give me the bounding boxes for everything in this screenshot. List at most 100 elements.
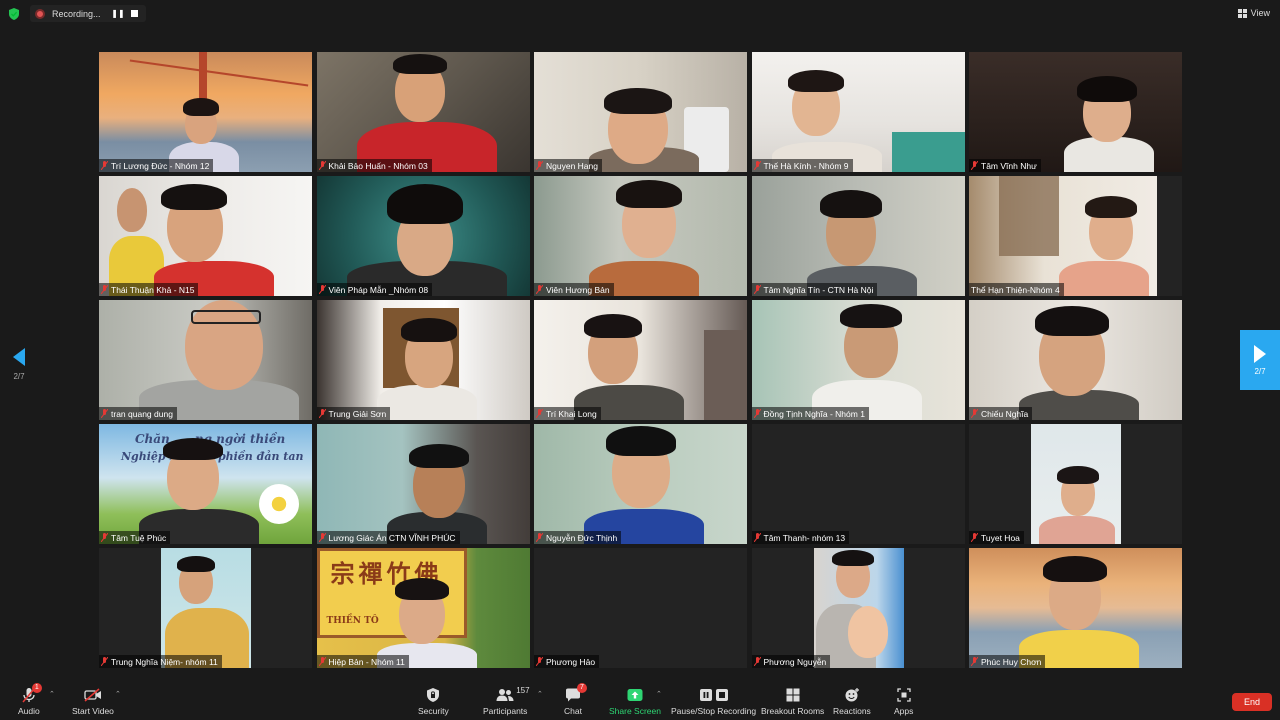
participant-name-bar: Lương Giác Án CTN VĨNH PHÚC xyxy=(316,531,460,544)
apps-label: Apps xyxy=(894,706,914,716)
muted-mic-icon xyxy=(101,285,108,294)
participants-options-chevron-icon[interactable]: ⌃ xyxy=(537,690,543,698)
participant-name: Lương Giác Án CTN VĨNH PHÚC xyxy=(328,532,456,543)
audio-options-chevron-icon[interactable]: ⌃ xyxy=(49,690,55,698)
video-tile[interactable]: Tuyet Hoa xyxy=(969,424,1182,544)
security-label: Security xyxy=(418,706,449,716)
security-button[interactable]: Security xyxy=(418,686,449,716)
apps-button[interactable]: Apps xyxy=(894,686,913,716)
video-tile[interactable]: Trung Nghĩa Niệm- nhóm 11 xyxy=(99,548,312,668)
security-shield-icon[interactable] xyxy=(8,8,20,20)
share-screen-icon xyxy=(627,686,643,704)
pause-stop-recording-label: Pause/Stop Recording xyxy=(671,706,757,716)
muted-mic-icon xyxy=(753,161,761,170)
video-tile[interactable]: Thể Hạn Thiện-Nhóm 4 xyxy=(969,176,1182,296)
video-tile[interactable]: Nguyễn Đức Thịnh xyxy=(534,424,747,544)
gallery-grid: Trí Lương Đức - Nhóm 12 Khải Bảo Huấn - … xyxy=(99,52,1182,668)
video-tile[interactable]: Trí Lương Đức - Nhóm 12 xyxy=(99,52,312,172)
participant-name: Thế Hà Kính - Nhóm 9 xyxy=(763,160,849,171)
video-tile[interactable]: Phương Nguyễn xyxy=(751,548,965,668)
start-video-button[interactable]: Start Video xyxy=(72,686,114,716)
video-tile[interactable]: tran quang dung xyxy=(99,300,312,420)
video-tile[interactable]: Tâm Nghĩa Tín - CTN Hà Nội xyxy=(751,176,965,296)
participant-name: Viên Pháp Mẫn _Nhóm 08 xyxy=(328,284,429,295)
share-screen-button[interactable]: Share Screen xyxy=(609,686,661,716)
video-tile[interactable]: Chăn ng ngời thiền Nghiệp xa i phiền đản… xyxy=(99,424,312,544)
video-options-chevron-icon[interactable]: ⌃ xyxy=(115,690,121,698)
video-tile[interactable]: Nguyen Hang xyxy=(534,52,747,172)
view-button[interactable]: View xyxy=(1237,8,1270,18)
participant-name: Chiếu Nghĩa xyxy=(981,408,1029,419)
participant-name: Khải Bảo Huấn - Nhóm 03 xyxy=(328,160,428,171)
video-tile[interactable]: Viên Pháp Mẫn _Nhóm 08 xyxy=(316,176,530,296)
participant-name: Nguyễn Đức Thịnh xyxy=(546,532,618,543)
video-tile[interactable]: Trung Giải Sơn xyxy=(316,300,530,420)
video-tile[interactable]: Phương Hảo xyxy=(534,548,747,668)
previous-page-button[interactable]: 2/7 xyxy=(8,348,30,381)
participant-name-bar: Tuyet Hoa xyxy=(969,531,1024,544)
muted-mic-icon xyxy=(536,285,543,294)
participant-name: Trí Khai Long xyxy=(546,408,597,419)
end-meeting-button[interactable]: End xyxy=(1232,693,1272,711)
video-tile[interactable]: Trí Khai Long xyxy=(534,300,747,420)
video-tile[interactable]: Thế Hà Kính - Nhóm 9 xyxy=(751,52,965,172)
microphone-icon: 1 xyxy=(22,683,42,704)
participant-name: Trung Giải Sơn xyxy=(328,408,387,419)
recording-dot-icon xyxy=(35,8,45,19)
participant-name: Tâm Tuệ Phúc xyxy=(111,532,167,543)
muted-mic-icon xyxy=(753,533,761,542)
participant-name-bar: Thái Thuận Khả - N15 xyxy=(99,283,199,296)
video-tile[interactable]: Đồng Tịnh Nghĩa - Nhóm 1 xyxy=(751,300,965,420)
video-tile[interactable]: Lương Giác Án CTN VĨNH PHÚC xyxy=(316,424,530,544)
pause-recording-icon[interactable]: ❚❚ xyxy=(110,9,126,18)
security-shield-icon xyxy=(426,686,440,704)
video-tile[interactable]: Tâm Vĩnh Như xyxy=(969,52,1182,172)
participant-name-bar: Tâm Thanh- nhóm 13 xyxy=(751,531,850,544)
breakout-rooms-icon xyxy=(786,686,800,704)
pause-stop-recording-button[interactable]: Pause/Stop Recording xyxy=(671,686,756,716)
video-tile[interactable]: Thái Thuận Khả - N15 xyxy=(99,176,312,296)
participant-name-bar: Đồng Tịnh Nghĩa - Nhóm 1 xyxy=(751,407,869,420)
audio-button[interactable]: 1 Audio xyxy=(18,683,42,716)
share-options-chevron-icon[interactable]: ⌃ xyxy=(656,690,662,698)
participant-name-bar: Trí Lương Đức - Nhóm 12 xyxy=(99,159,214,172)
chat-button[interactable]: 7 Chat xyxy=(564,683,587,716)
video-tile[interactable]: 宗禪竹佛 THIỀN TÔ ANG Hiệp Bản - Nhóm 11 xyxy=(316,548,530,668)
participant-name: Đồng Tịnh Nghĩa - Nhóm 1 xyxy=(763,408,865,419)
participant-count: 157 xyxy=(516,686,530,695)
stop-recording-icon[interactable] xyxy=(131,10,138,17)
muted-mic-icon xyxy=(536,657,543,666)
participant-name-bar: tran quang dung xyxy=(99,407,177,420)
participant-name: Phúc Huy Chơn xyxy=(981,656,1042,667)
participants-button[interactable]: 157 Participants xyxy=(483,686,530,716)
reactions-button[interactable]: Reactions xyxy=(833,686,871,716)
video-tile[interactable]: Phúc Huy Chơn xyxy=(969,548,1182,668)
muted-mic-icon xyxy=(101,409,108,418)
next-page-button[interactable]: 2/7 xyxy=(1240,330,1280,390)
muted-mic-icon xyxy=(971,657,978,666)
muted-mic-icon xyxy=(318,409,326,418)
video-tile[interactable]: Tâm Thanh- nhóm 13 xyxy=(751,424,965,544)
muted-mic-icon xyxy=(971,161,978,170)
video-tile[interactable]: Chiếu Nghĩa xyxy=(969,300,1182,420)
video-tile[interactable]: Khải Bảo Huấn - Nhóm 03 xyxy=(316,52,530,172)
participant-name-bar: Phương Nguyễn xyxy=(751,655,831,668)
video-tile[interactable]: Viên Hương Bản xyxy=(534,176,747,296)
participant-name-bar: Chiếu Nghĩa xyxy=(969,407,1033,420)
participant-name-bar: Phúc Huy Chơn xyxy=(969,655,1046,668)
apps-icon xyxy=(897,686,911,704)
chat-bubble-icon: 7 xyxy=(565,683,587,704)
muted-mic-icon xyxy=(101,533,108,542)
muted-mic-icon xyxy=(318,533,326,542)
muted-mic-icon xyxy=(753,285,761,294)
participant-name: Phương Hảo xyxy=(546,656,596,667)
participants-icon: 157 xyxy=(496,686,530,704)
breakout-rooms-button[interactable]: Breakout Rooms xyxy=(761,686,824,716)
start-video-label: Start Video xyxy=(72,706,114,716)
participant-name: Tâm Nghĩa Tín - CTN Hà Nội xyxy=(763,284,874,295)
pause-stop-recording-icon xyxy=(699,686,729,704)
participant-name-bar: Trí Khai Long xyxy=(534,407,601,420)
muted-mic-icon xyxy=(536,161,543,170)
muted-mic-icon xyxy=(101,657,108,666)
muted-mic-icon xyxy=(971,409,978,418)
